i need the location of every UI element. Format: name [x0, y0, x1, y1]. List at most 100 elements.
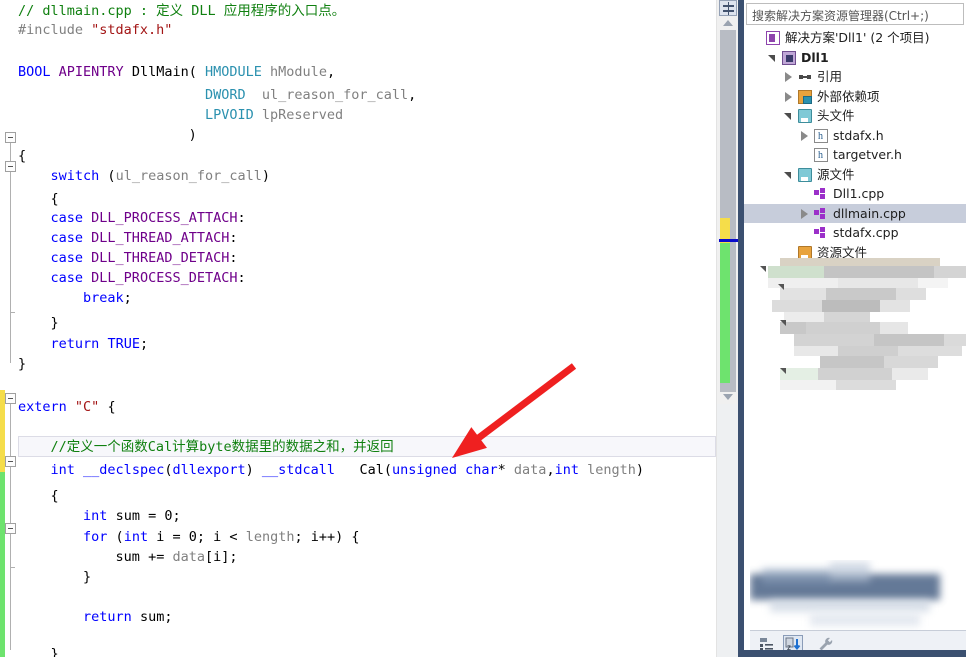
fold-toggle-cal-body[interactable]	[5, 456, 16, 467]
code-token-id: data	[172, 549, 205, 565]
chevron-down-icon[interactable]	[784, 113, 791, 120]
redacted-block	[838, 346, 898, 356]
code-line[interactable]: int sum = 0;	[18, 507, 181, 526]
code-line[interactable]: LPVOID lpReserved	[18, 106, 343, 125]
chevron-down-icon[interactable]	[768, 54, 775, 62]
code-line[interactable]: return TRUE;	[18, 335, 149, 354]
code-line[interactable]: case DLL_THREAD_DETACH:	[18, 249, 238, 268]
code-line[interactable]: {	[18, 487, 59, 506]
redacted-block	[768, 266, 824, 278]
code-line[interactable]: int __declspec(dllexport) __stdcall Cal(…	[18, 461, 645, 480]
code-token-kw: for	[83, 529, 108, 545]
code-token-kw: case	[50, 230, 84, 246]
tree-node-[interactable]: 引用	[744, 67, 966, 86]
tree-node-[interactable]: 源文件	[744, 165, 966, 184]
code-token-plain: ;	[123, 290, 132, 306]
code-token-kw: int	[50, 462, 75, 478]
code-token-plain: {	[18, 191, 59, 207]
code-line[interactable]: //定义一个函数Cal计算byte数据里的数据之和，并返回	[18, 438, 394, 457]
watermark-blob	[770, 600, 930, 612]
fold-toggle-extern-c[interactable]	[5, 393, 16, 404]
code-line[interactable]: switch (ul_reason_for_call)	[18, 167, 271, 186]
solution-explorer-panel: 搜索解决方案资源管理器(Ctrl+;) 解决方案'Dll1' (2 个项目) Dl…	[738, 0, 966, 657]
split-editor-button[interactable]	[719, 0, 737, 16]
code-line[interactable]: }	[18, 355, 26, 374]
code-token-pp: #include	[18, 22, 92, 38]
code-token-plain: [	[204, 549, 214, 565]
tree-node-targetver.h[interactable]: targetver.h	[744, 145, 966, 165]
chevron-right-icon[interactable]	[785, 91, 792, 102]
code-line[interactable]: )	[18, 126, 197, 145]
code-line[interactable]: break;	[18, 289, 132, 308]
chevron-right-icon[interactable]	[785, 72, 792, 82]
tree-node-label: stdafx.h	[833, 127, 884, 143]
code-token-plain: ,	[326, 64, 336, 80]
code-token-type: DWORD	[204, 87, 246, 103]
chevron-right-icon[interactable]	[801, 208, 808, 219]
code-line[interactable]: // dllmain.cpp : 定义 DLL 应用程序的入口点。	[18, 2, 345, 21]
chevron-icon	[780, 320, 786, 326]
tree-node-stdafx.h[interactable]: stdafx.h	[744, 126, 966, 146]
code-token-kw: case	[50, 210, 84, 226]
chevron-down-icon[interactable]	[784, 171, 791, 179]
code-token-kw: __declspec	[83, 462, 165, 478]
tree-node-[interactable]: 头文件	[744, 106, 966, 125]
code-line[interactable]: {	[18, 190, 59, 209]
code-line[interactable]: case DLL_PROCESS_DETACH:	[18, 269, 246, 288]
tree-node-Dll1.cpp[interactable]: Dll1.cpp	[744, 184, 966, 203]
fold-toggle-switch[interactable]	[5, 161, 16, 172]
scroll-down-arrow-icon[interactable]	[723, 394, 733, 400]
tree-node-label: 外部依赖项	[817, 88, 880, 104]
code-line[interactable]: }	[18, 568, 91, 587]
tree-node-label: 头文件	[817, 108, 855, 123]
code-line[interactable]: #include "stdafx.h"	[18, 21, 172, 40]
code-token-kw: int	[554, 462, 579, 478]
code-line[interactable]: extern "C" {	[18, 398, 116, 417]
code-line[interactable]: case DLL_PROCESS_ATTACH:	[18, 209, 246, 228]
search-input[interactable]: 搜索解决方案资源管理器(Ctrl+;)	[746, 3, 964, 25]
tree-node-[interactable]: 外部依赖项	[744, 87, 966, 106]
watermark-blob	[810, 614, 920, 626]
code-line[interactable]: return sum;	[18, 608, 172, 627]
scrollbar-track[interactable]	[717, 404, 739, 657]
code-line[interactable]: }	[18, 314, 59, 333]
tree-node-Dll1[interactable]: Dll1	[744, 48, 966, 67]
code-token-plain: }	[18, 315, 59, 331]
code-line[interactable]: case DLL_THREAD_ATTACH:	[18, 229, 238, 248]
code-token-kw: BOOL	[18, 64, 51, 80]
code-editor[interactable]: // dllmain.cpp : 定义 DLL 应用程序的入口点。 #includ…	[0, 0, 716, 657]
code-line[interactable]: {	[18, 147, 26, 166]
code-token-plain: *	[497, 462, 514, 478]
fold-region-end	[10, 312, 15, 313]
code-line[interactable]: sum += data[i];	[18, 548, 238, 567]
fold-toggle-for-loop[interactable]	[5, 523, 16, 534]
code-line[interactable]: DWORD ul_reason_for_call,	[18, 86, 416, 105]
code-line[interactable]: for (int i = 0; i < length; i++) {	[18, 528, 359, 547]
code-token-plain: )	[18, 127, 197, 143]
watermark-blob	[830, 562, 870, 582]
tree-node-label: Dll1.cpp	[833, 186, 885, 201]
tree-node-dllmain.cpp[interactable]: dllmain.cpp	[744, 203, 966, 223]
redacted-block	[836, 380, 896, 390]
scroll-up-arrow-icon[interactable]	[723, 20, 733, 26]
code-line[interactable]: }	[18, 645, 59, 657]
tree-node-stdafx.cpp[interactable]: stdafx.cpp	[744, 223, 966, 242]
code-token-kw: char	[465, 462, 498, 478]
tree-node-Dll12[interactable]: 解决方案'Dll1' (2 个项目)	[744, 28, 966, 47]
code-token-plain: (	[107, 529, 124, 545]
redacted-block	[880, 322, 908, 334]
editor-vertical-scrollbar[interactable]	[716, 0, 739, 657]
code-token-id: ul_reason_for_call	[261, 87, 409, 103]
fold-toggle-dllmain-body[interactable]	[5, 132, 16, 143]
chevron-right-icon[interactable]	[801, 130, 808, 141]
references-icon	[798, 70, 812, 84]
code-line[interactable]: BOOL APIENTRY DllMain( HMODULE hModule,	[18, 63, 335, 82]
